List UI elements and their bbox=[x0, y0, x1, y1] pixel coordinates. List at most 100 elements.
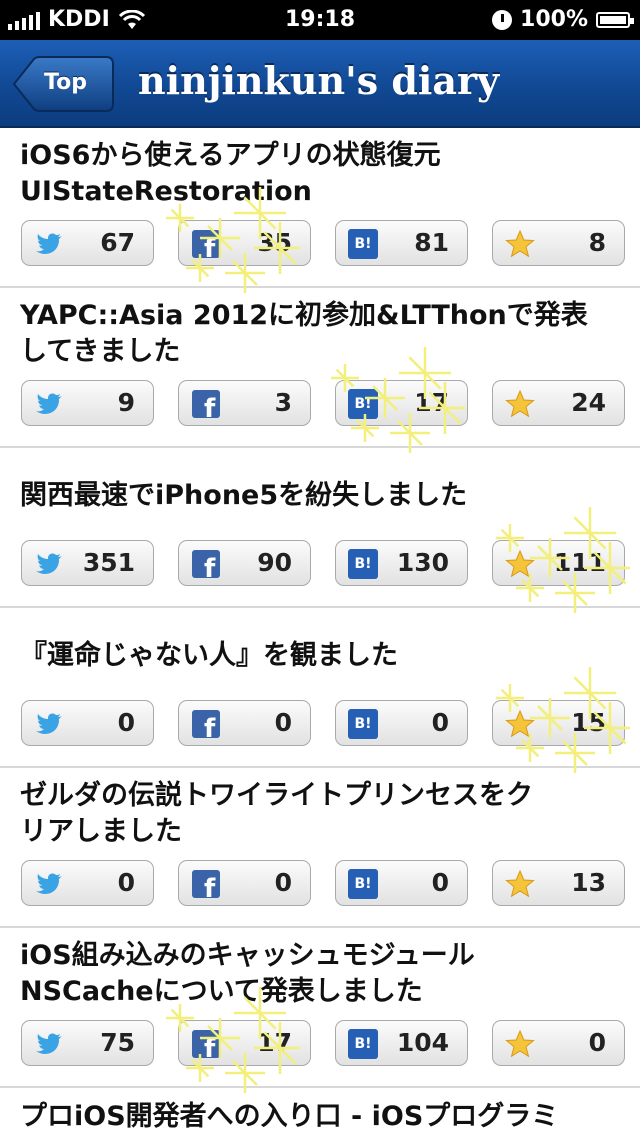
entry-title: 関西最速でiPhone5を紛失しました bbox=[20, 480, 468, 511]
twitter-count-button[interactable]: 351 bbox=[21, 540, 154, 586]
facebook-icon: f bbox=[192, 870, 220, 899]
entry-title: iOS6から使えるアプリの状態復元 UIStateRestoration bbox=[20, 140, 441, 207]
twitter-count-button[interactable]: 67 bbox=[21, 220, 154, 266]
entry-title: 『運命じゃない人』を観ました bbox=[20, 640, 398, 671]
twitter-bird-icon bbox=[36, 233, 62, 254]
hatena-bookmark-count: 0 bbox=[431, 708, 449, 737]
entry-title: iOS組み込みのキャッシュモジュール NSCacheについて発表しました bbox=[20, 940, 475, 1007]
entry-title: ゼルダの伝説トワイライトプリンセスをク リアしました bbox=[20, 780, 533, 847]
twitter-count-button[interactable]: 0 bbox=[21, 860, 154, 906]
hatena-bookmark-count-button[interactable]: B! 0 bbox=[335, 860, 468, 906]
twitter-count: 9 bbox=[117, 388, 135, 417]
share-buttons: 75 f 17 B! 104 0 bbox=[21, 1020, 625, 1066]
star-count-button[interactable]: 13 bbox=[492, 860, 625, 906]
page-title: ninjinkun's diary bbox=[138, 58, 500, 103]
facebook-count-button[interactable]: f 3 bbox=[178, 380, 311, 426]
facebook-count: 0 bbox=[274, 708, 292, 737]
facebook-count-button[interactable]: f 35 bbox=[178, 220, 311, 266]
navigation-bar: Top ninjinkun's diary bbox=[0, 40, 640, 128]
star-icon bbox=[505, 389, 535, 418]
facebook-count-button[interactable]: f 17 bbox=[178, 1020, 311, 1066]
star-count-button[interactable]: 15 bbox=[492, 700, 625, 746]
share-buttons: 351 f 90 B! 130 111 bbox=[21, 540, 625, 586]
star-icon bbox=[505, 869, 535, 898]
facebook-icon: f bbox=[192, 1030, 220, 1059]
facebook-count: 35 bbox=[257, 228, 292, 257]
twitter-count: 75 bbox=[100, 1028, 135, 1057]
back-button[interactable]: Top bbox=[12, 56, 114, 112]
facebook-icon: f bbox=[192, 230, 220, 259]
star-count: 24 bbox=[571, 388, 606, 417]
twitter-count-button[interactable]: 0 bbox=[21, 700, 154, 746]
facebook-glyph: f bbox=[204, 714, 216, 739]
star-count: 0 bbox=[588, 1028, 606, 1057]
facebook-count-button[interactable]: f 0 bbox=[178, 860, 311, 906]
entry-title: プロiOS開発者への入り口 - iOSプログラミ bbox=[20, 1101, 559, 1132]
twitter-bird-icon bbox=[36, 1033, 62, 1054]
share-buttons: 0 f 0 B! 0 15 bbox=[21, 700, 625, 746]
hatena-bookmark-count-button[interactable]: B! 104 bbox=[335, 1020, 468, 1066]
facebook-count-button[interactable]: f 90 bbox=[178, 540, 311, 586]
share-buttons: 67 f 35 B! 81 8 bbox=[21, 220, 625, 266]
hatena-bookmark-icon: B! bbox=[348, 709, 378, 739]
facebook-count: 0 bbox=[274, 868, 292, 897]
list-item[interactable]: ゼルダの伝説トワイライトプリンセスをク リアしました 0 f 0 B! 0 13 bbox=[0, 768, 640, 928]
hatena-bookmark-count: 81 bbox=[414, 228, 449, 257]
facebook-icon: f bbox=[192, 390, 220, 419]
list-item[interactable]: YAPC::Asia 2012に初参加&LTThonで発表 してきました 9 f… bbox=[0, 288, 640, 453]
star-count-button[interactable]: 0 bbox=[492, 1020, 625, 1066]
hatena-bookmark-count: 17 bbox=[414, 388, 449, 417]
star-count: 15 bbox=[571, 708, 606, 737]
star-count: 13 bbox=[571, 868, 606, 897]
hatena-bookmark-count: 104 bbox=[396, 1028, 449, 1057]
star-count: 8 bbox=[588, 228, 606, 257]
hatena-bookmark-icon: B! bbox=[348, 229, 378, 259]
facebook-glyph: f bbox=[204, 234, 216, 259]
star-icon bbox=[505, 229, 535, 258]
hatena-bookmark-count-button[interactable]: B! 130 bbox=[335, 540, 468, 586]
battery-group: 100% bbox=[492, 7, 634, 32]
star-icon bbox=[505, 1029, 535, 1058]
hatena-bookmark-icon: B! bbox=[348, 1029, 378, 1059]
twitter-count-button[interactable]: 9 bbox=[21, 380, 154, 426]
star-count: 111 bbox=[553, 548, 606, 577]
facebook-glyph: f bbox=[204, 1034, 216, 1059]
twitter-count: 351 bbox=[82, 548, 135, 577]
star-icon bbox=[505, 709, 535, 738]
alarm-clock-icon bbox=[492, 9, 513, 30]
facebook-icon: f bbox=[192, 550, 220, 579]
hatena-bookmark-count-button[interactable]: B! 17 bbox=[335, 380, 468, 426]
entry-title: YAPC::Asia 2012に初参加&LTThonで発表 してきました bbox=[20, 300, 588, 367]
twitter-count: 0 bbox=[117, 868, 135, 897]
hatena-bookmark-count: 130 bbox=[396, 548, 449, 577]
star-count-button[interactable]: 111 bbox=[492, 540, 625, 586]
hatena-bookmark-icon: B! bbox=[348, 869, 378, 899]
twitter-count-button[interactable]: 75 bbox=[21, 1020, 154, 1066]
star-count-button[interactable]: 24 bbox=[492, 380, 625, 426]
list-item[interactable]: 関西最速でiPhone5を紛失しました 351 f 90 B! 130 111 bbox=[0, 448, 640, 613]
hatena-bookmark-icon: B! bbox=[348, 389, 378, 419]
facebook-icon: f bbox=[192, 710, 220, 739]
twitter-bird-icon bbox=[36, 553, 62, 574]
twitter-count: 67 bbox=[100, 228, 135, 257]
facebook-glyph: f bbox=[204, 554, 216, 579]
hatena-bookmark-count-button[interactable]: B! 81 bbox=[335, 220, 468, 266]
list-item[interactable]: iOS6から使えるアプリの状態復元 UIStateRestoration 67 … bbox=[0, 128, 640, 293]
list-item[interactable]: 『運命じゃない人』を観ました 0 f 0 B! 0 15 bbox=[0, 608, 640, 773]
twitter-count: 0 bbox=[117, 708, 135, 737]
facebook-glyph: f bbox=[204, 394, 216, 419]
list-item[interactable]: iOS組み込みのキャッシュモジュール NSCacheについて発表しました 75 … bbox=[0, 928, 640, 1093]
twitter-bird-icon bbox=[36, 713, 62, 734]
hatena-bookmark-count-button[interactable]: B! 0 bbox=[335, 700, 468, 746]
battery-percent: 100% bbox=[520, 7, 588, 32]
facebook-count-button[interactable]: f 0 bbox=[178, 700, 311, 746]
facebook-count: 3 bbox=[274, 388, 292, 417]
list-item-partial[interactable]: プロiOS開発者への入り口 - iOSプログラミ bbox=[0, 1088, 640, 1136]
battery-icon bbox=[596, 11, 634, 28]
back-button-label: Top bbox=[44, 70, 87, 95]
facebook-count: 90 bbox=[257, 548, 292, 577]
star-icon bbox=[505, 549, 535, 578]
twitter-bird-icon bbox=[36, 873, 62, 894]
star-count-button[interactable]: 8 bbox=[492, 220, 625, 266]
status-bar: KDDI 19:18 100% bbox=[0, 0, 640, 40]
